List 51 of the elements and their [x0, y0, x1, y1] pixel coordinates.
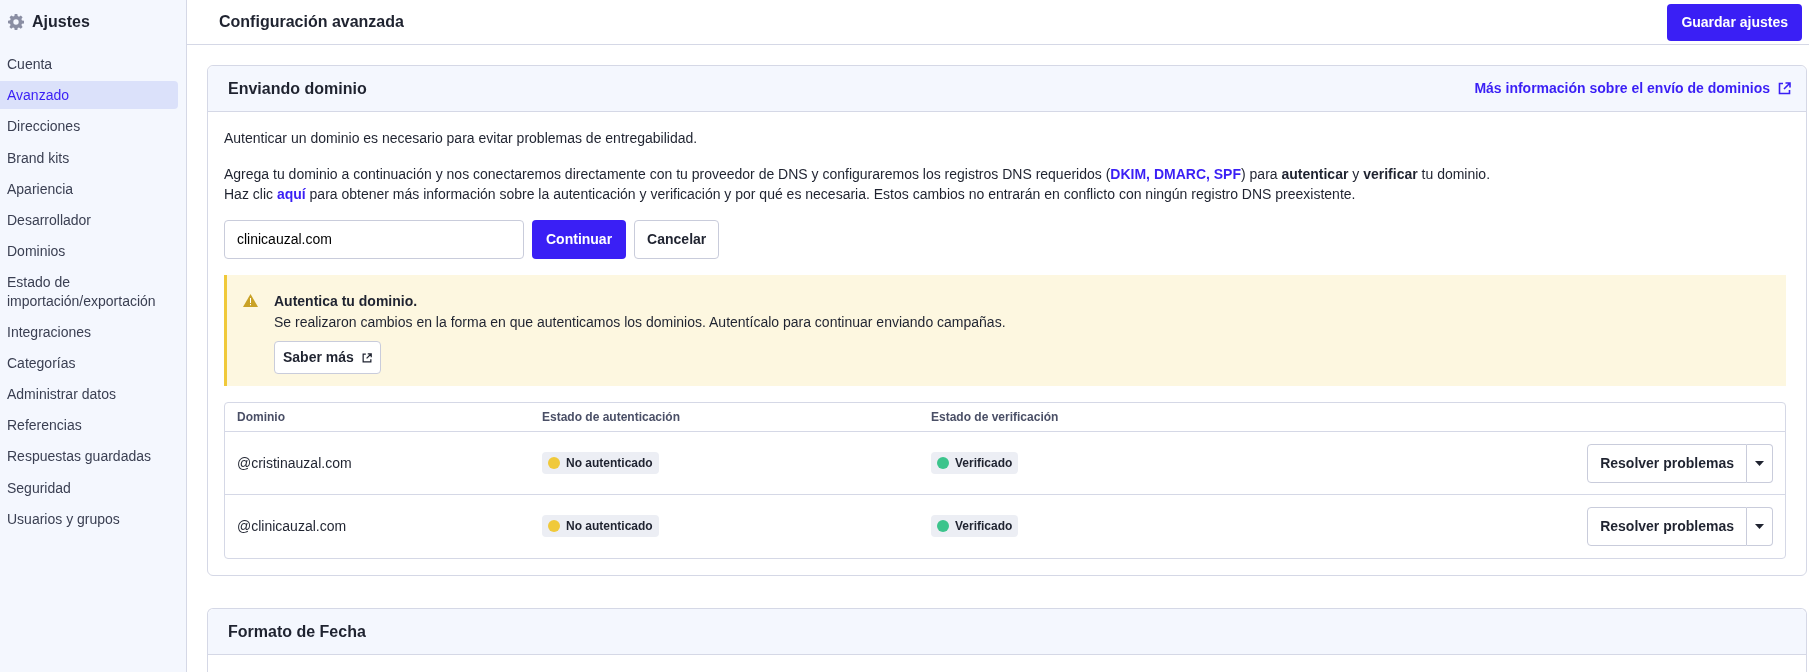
learn-more-button[interactable]: Saber más: [274, 341, 381, 374]
sidebar-item[interactable]: Direcciones: [0, 112, 178, 141]
card-title: Enviando dominio: [228, 78, 367, 99]
inline-link[interactable]: aquí: [276, 186, 306, 202]
sidebar-item[interactable]: Apariencia: [0, 174, 178, 203]
dropdown-button[interactable]: [1747, 507, 1773, 546]
alert-message: Se realizaron cambios en la forma en que autenticamos los dominios. Autentícalo para continuar enviando campañas.: [274, 313, 1006, 332]
resolve-button[interactable]: Resolver problemas: [1587, 443, 1747, 483]
resolve-button[interactable]: Resolver problemas: [1587, 507, 1747, 546]
alert-title: Autentica tu dominio.: [274, 292, 419, 311]
external-link-icon: [1778, 82, 1791, 95]
column-header: Estado de verificación: [931, 409, 1060, 426]
continue-button[interactable]: Continuar: [532, 220, 627, 259]
sidebar-item[interactable]: Cuenta: [0, 50, 178, 79]
sidebar-item[interactable]: Brand kits: [0, 143, 178, 172]
gear-icon: [8, 14, 24, 30]
description-text: Agrega tu dominio a continuación y nos conectaremos directamente con tu proveedor de DNS y configuraremos los registros DNS requeridos (DKIM, DMARC, SPF) para autenticar y verificar tu dominio.: [224, 165, 1492, 184]
domain-cell-text: @cristinauzal.com: [236, 453, 353, 473]
status-text: No autenticado: [566, 518, 653, 535]
status-text: Verificado: [955, 518, 1013, 535]
sidebar-item[interactable]: Referencias: [0, 411, 178, 440]
sidebar-item[interactable]: Seguridad: [0, 473, 178, 502]
inline-link[interactable]: DKIM, DMARC, SPF: [1110, 166, 1241, 182]
sidebar-item[interactable]: Administrar datos: [0, 380, 178, 409]
sidebar-item[interactable]: Estado de importación/exportación: [0, 268, 178, 315]
sidebar-item[interactable]: Avanzado: [0, 81, 178, 110]
column-header: Dominio: [236, 409, 286, 426]
domain-cell-text: @clinicauzal.com: [236, 517, 348, 536]
sidebar-item[interactable]: Dominios: [0, 237, 178, 266]
description-text: Haz clic aquí para obtener más información sobre la autenticación y verificación y por qué es necesaria. Estos cambios no entrarán en conflicto con ningún registro DNS preexistente.: [224, 185, 1357, 204]
info-link[interactable]: Más información sobre el envío de dominios: [1474, 78, 1791, 99]
external-link-icon: [361, 352, 372, 363]
card-title: Formato de Fecha: [228, 621, 366, 642]
caret-icon: [1755, 460, 1764, 466]
sidebar-item[interactable]: Usuarios y grupos: [0, 504, 178, 533]
sidebar-title: Ajustes: [32, 12, 90, 32]
page-title: Configuración avanzada: [219, 12, 404, 32]
domain-input[interactable]: clinicauzal.com: [224, 220, 524, 259]
sidebar-item[interactable]: Respuestas guardadas: [0, 442, 178, 471]
description-text: Autenticar un dominio es necesario para evitar problemas de entregabilidad.: [224, 129, 699, 148]
status-text: Verificado: [955, 454, 1013, 472]
column-header: Estado de autenticación: [542, 409, 682, 426]
cancel-button[interactable]: Cancelar: [634, 220, 720, 259]
dropdown-button[interactable]: [1747, 443, 1773, 483]
caret-icon: [1755, 524, 1764, 529]
warning-icon: [243, 294, 258, 307]
status-text: No autenticado: [566, 454, 653, 472]
sidebar-item[interactable]: Categorías: [0, 348, 178, 378]
save-button[interactable]: Guardar ajustes: [1667, 3, 1802, 41]
sidebar-item[interactable]: Integraciones: [0, 317, 178, 346]
sidebar-item[interactable]: Desarrollador: [0, 205, 178, 235]
